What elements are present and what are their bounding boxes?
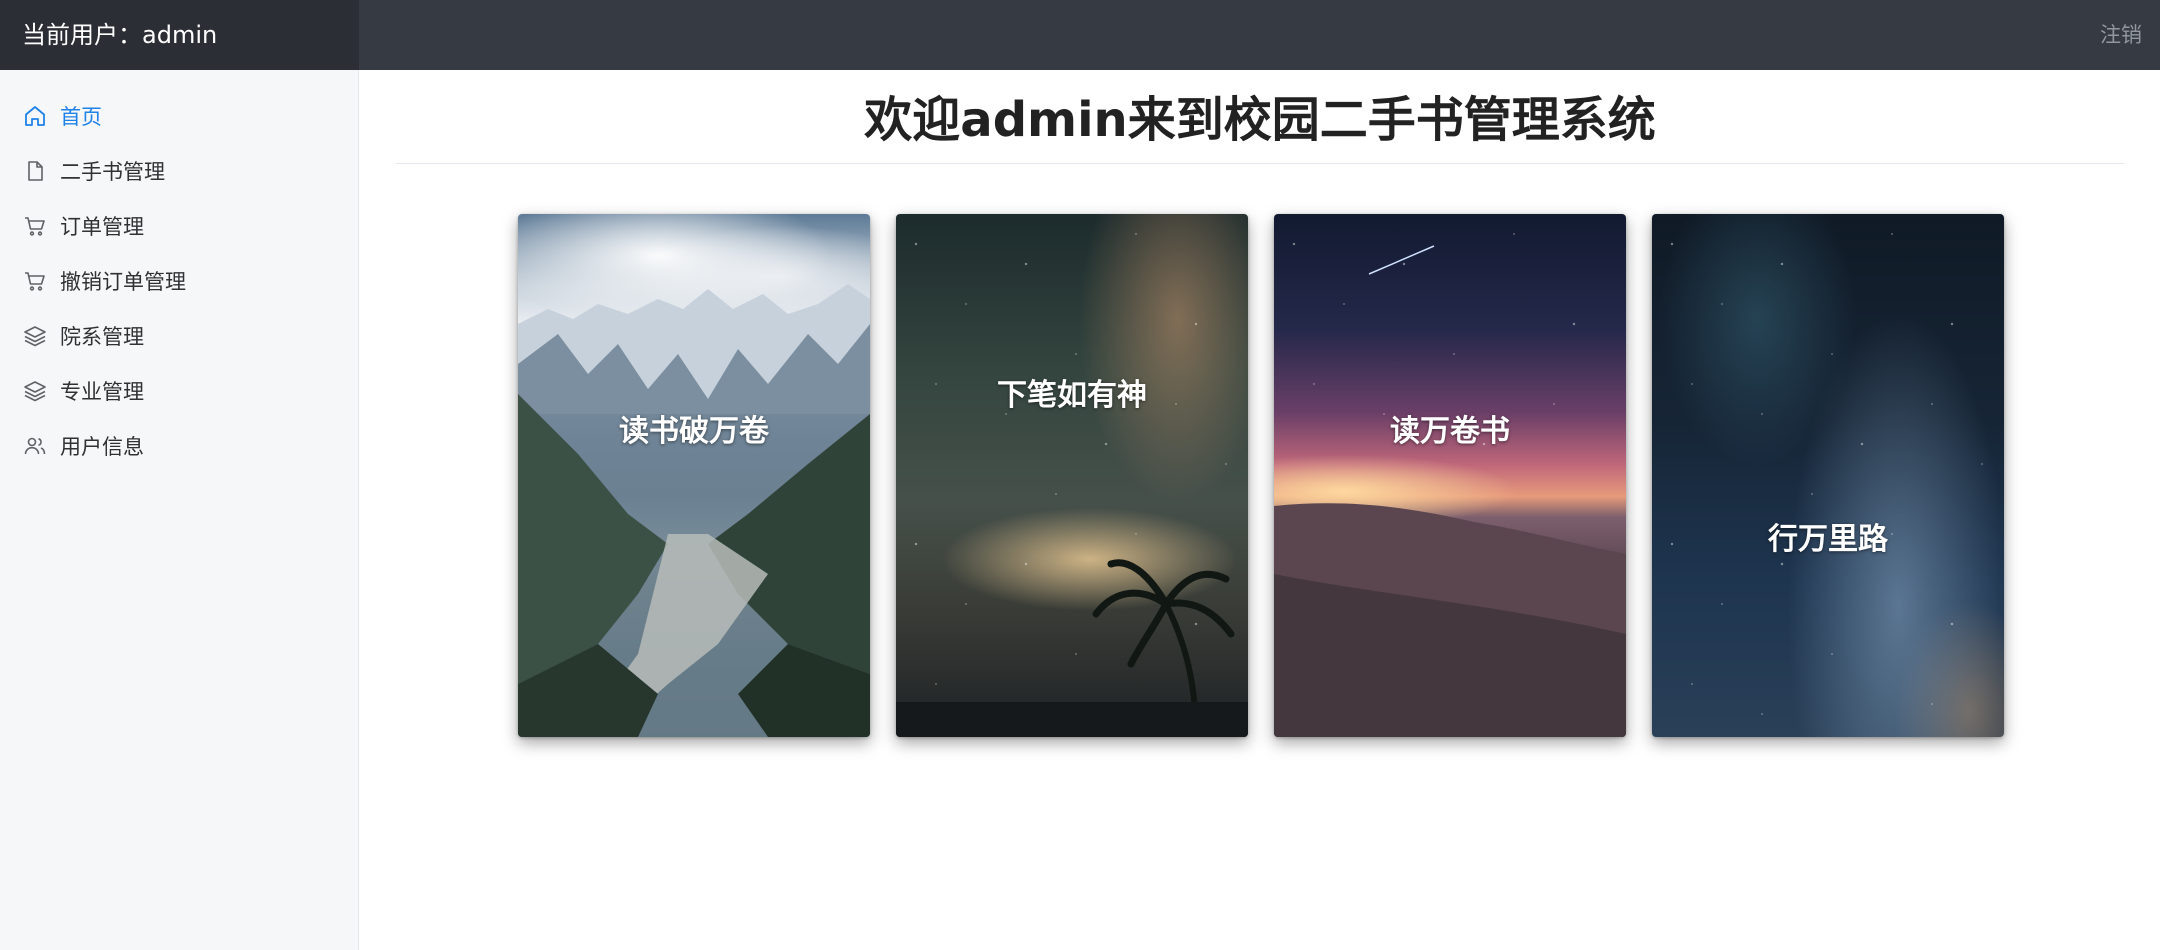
sidebar-menu: 首页 二手书管理 订单管理 撤销订单管理 院系管理 专业管理 用户信息: [0, 70, 358, 473]
welcome-user: admin: [960, 92, 1128, 148]
sidebar-item-label: 院系管理: [60, 324, 144, 349]
cart-icon: [23, 214, 47, 238]
card-caption: 读万卷书: [1390, 414, 1510, 449]
sidebar-item-cancelled-orders[interactable]: 撤销订单管理: [0, 253, 358, 308]
users-icon: [23, 434, 47, 458]
milky-way-image: [1652, 214, 2004, 737]
sidebar-item-books[interactable]: 二手书管理: [0, 143, 358, 198]
sidebar-item-orders[interactable]: 订单管理: [0, 198, 358, 253]
sidebar-item-label: 用户信息: [60, 434, 144, 459]
sidebar-item-label: 二手书管理: [60, 159, 165, 184]
desert-dune-icon: [1274, 245, 1626, 737]
card-desert[interactable]: 读万卷书: [1274, 214, 1626, 737]
cart-icon: [23, 269, 47, 293]
card-night-sky[interactable]: 下笔如有神: [896, 214, 1248, 737]
sidebar-item-users[interactable]: 用户信息: [0, 418, 358, 473]
page-title: 欢迎admin来到校园二手书管理系统: [396, 92, 2124, 148]
mountain-glacier-image: [518, 284, 870, 737]
logout-link[interactable]: 注销: [2100, 0, 2142, 70]
card-caption: 行万里路: [1768, 522, 1888, 557]
top-header: 当前用户：admin 注销: [0, 0, 2160, 70]
home-icon: [23, 104, 47, 128]
card-caption: 下笔如有神: [997, 378, 1147, 413]
title-divider: [396, 163, 2124, 164]
layers-icon: [23, 379, 47, 403]
card-milky-way[interactable]: 行万里路: [1652, 214, 2004, 737]
sidebar-item-label: 首页: [60, 104, 102, 129]
card-row: 读书破万卷 下笔如有神 读万卷书 行万里路: [518, 214, 2004, 737]
card-mountain[interactable]: 读书破万卷: [518, 214, 870, 737]
sidebar-item-label: 专业管理: [60, 379, 144, 404]
sidebar-item-label: 撤销订单管理: [60, 269, 186, 294]
sidebar-item-label: 订单管理: [60, 214, 144, 239]
main-content: 欢迎admin来到校园二手书管理系统 读书破万卷 下笔如有神 读万卷书 行万里路: [360, 70, 2160, 950]
palm-tree-icon: [896, 559, 1248, 737]
welcome-prefix: 欢迎: [864, 92, 961, 148]
card-caption: 读书破万卷: [619, 414, 769, 449]
welcome-suffix: 来到校园二手书管理系统: [1127, 92, 1656, 148]
current-user-label: 当前用户：admin: [0, 0, 359, 70]
sidebar-item-home[interactable]: 首页: [0, 88, 358, 143]
document-icon: [23, 159, 47, 183]
layers-icon: [23, 324, 47, 348]
sidebar-item-departments[interactable]: 院系管理: [0, 308, 358, 363]
sidebar-item-majors[interactable]: 专业管理: [0, 363, 358, 418]
sidebar: 首页 二手书管理 订单管理 撤销订单管理 院系管理 专业管理 用户信息: [0, 70, 359, 950]
